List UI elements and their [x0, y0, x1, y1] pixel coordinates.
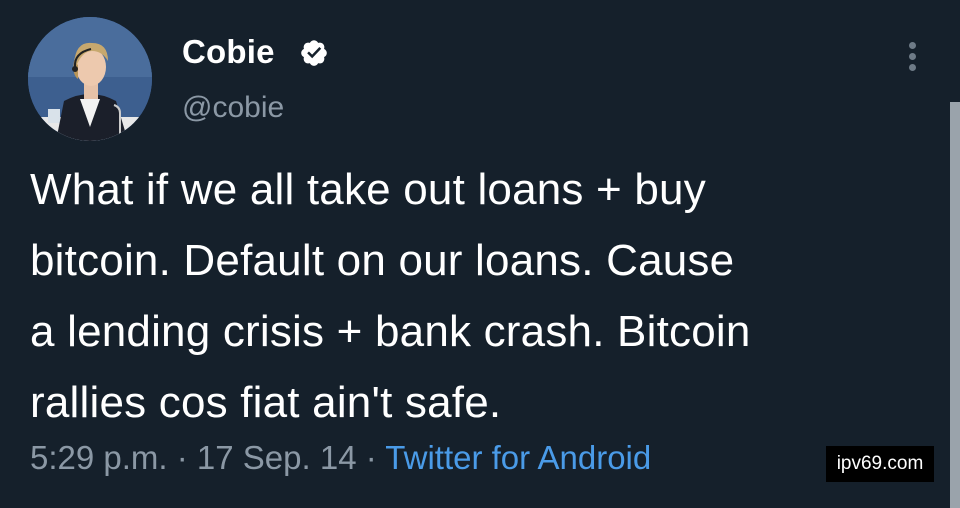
verified-badge-icon	[301, 40, 327, 66]
tweet-meta: 5:29 p.m. · 17 Sep. 14 · Twitter for And…	[30, 436, 651, 480]
tweet-text-line: What if we all take out loans + buy	[30, 165, 706, 214]
meta-separator: ·	[167, 439, 197, 476]
more-vertical-icon[interactable]	[898, 38, 928, 74]
author-handle[interactable]: @cobie	[182, 88, 284, 128]
tweet-text-line: rallies cos fiat ain't safe.	[30, 378, 502, 427]
watermark: ipv69.com	[826, 446, 934, 482]
scrollbar[interactable]	[950, 102, 960, 508]
profile-photo	[28, 17, 152, 141]
tweet-time[interactable]: 5:29 p.m.	[30, 439, 168, 476]
tweet-date[interactable]: 17 Sep. 14	[197, 439, 357, 476]
author-display-name[interactable]: Cobie	[182, 32, 275, 72]
tweet-text-line: bitcoin. Default on our loans. Cause	[30, 236, 735, 285]
tweet-text-line: a lending crisis + bank crash. Bitcoin	[30, 307, 751, 356]
avatar[interactable]	[28, 17, 152, 141]
tweet-source-link[interactable]: Twitter for Android	[385, 439, 651, 476]
tweet-card: Cobie @cobie What if we all take out loa…	[0, 0, 960, 508]
meta-separator: ·	[356, 439, 386, 476]
tweet-text: What if we all take out loans + buy bitc…	[30, 154, 920, 438]
